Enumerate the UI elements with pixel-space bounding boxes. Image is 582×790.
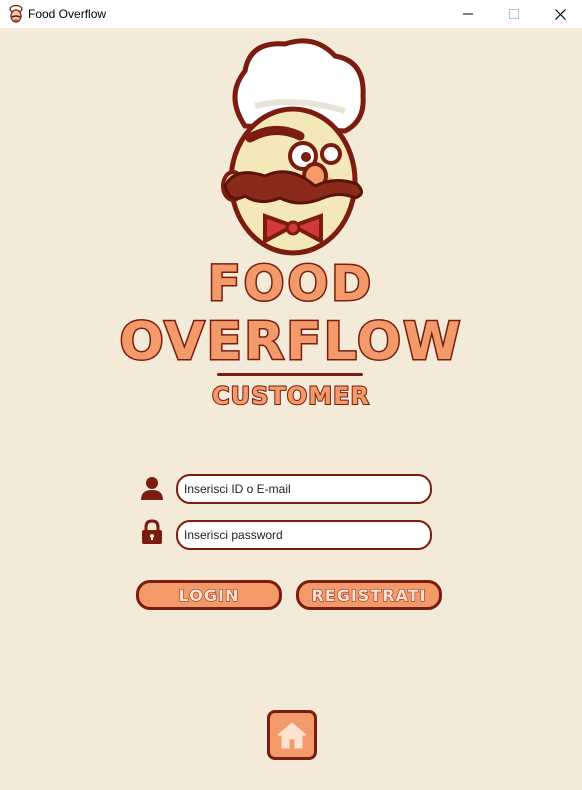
window-titlebar[interactable]: Food Overflow [0, 0, 582, 28]
minimize-icon [463, 13, 473, 15]
brand-subtitle: CUSTOMER [211, 381, 370, 411]
minimize-button[interactable] [445, 0, 491, 28]
id-email-input[interactable] [176, 474, 432, 504]
password-input[interactable] [176, 520, 432, 550]
brand-title-line2: OVERFLOW [118, 311, 463, 374]
chef-mascot-logo [221, 38, 366, 256]
close-icon [554, 8, 566, 20]
app-chef-icon [8, 4, 24, 23]
register-button[interactable]: REGISTRATI [296, 580, 442, 610]
brand-title-line1: FOOD [206, 255, 375, 314]
maximize-button[interactable] [491, 0, 537, 28]
brand-divider [217, 373, 363, 376]
maximize-icon [509, 9, 519, 19]
home-icon [277, 722, 307, 749]
home-button[interactable] [267, 710, 317, 760]
window-title: Food Overflow [28, 7, 107, 21]
lock-icon [139, 519, 165, 545]
close-button[interactable] [537, 0, 582, 28]
login-button[interactable]: LOGIN [136, 580, 282, 610]
user-icon [139, 475, 165, 501]
